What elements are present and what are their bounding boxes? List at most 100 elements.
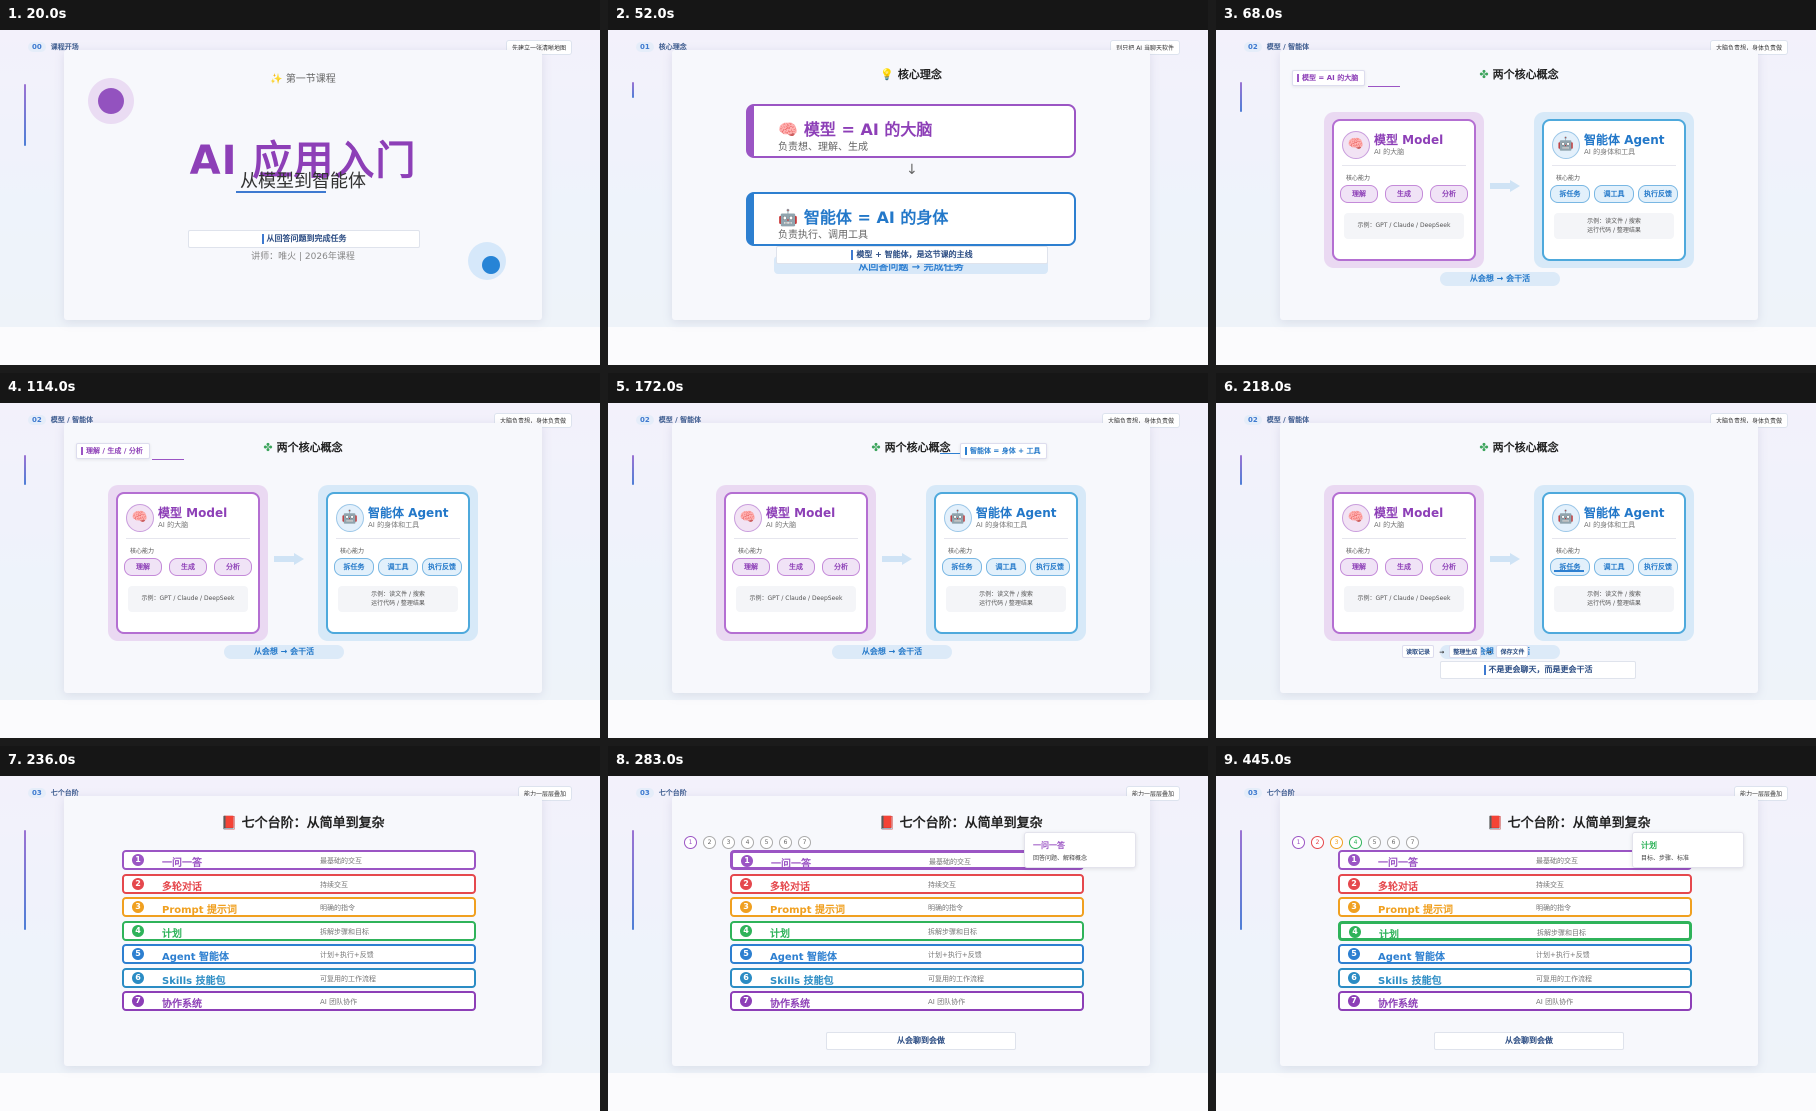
card-title: 智能体 Agent xyxy=(1584,133,1665,147)
flow-step: 保存文件 xyxy=(1496,645,1529,658)
stair-desc: 计划+执行+反馈 xyxy=(1536,951,1590,959)
stair-label: 协作系统 xyxy=(1378,999,1418,1010)
stair-item: 5 Agent 智能体 计划+执行+反馈 xyxy=(122,944,476,964)
card-caption: 核心能力 xyxy=(340,548,365,555)
card-subtitle: AI 的身体和工具 xyxy=(368,521,420,529)
stair-number: 3 xyxy=(740,901,752,913)
chip: 生成 xyxy=(169,558,207,576)
card-subtitle: AI 的身体和工具 xyxy=(976,521,1028,529)
arrow-icon: → xyxy=(1439,649,1445,656)
stair-number: 1 xyxy=(1348,854,1360,866)
stair-label: 多轮对话 xyxy=(770,881,810,893)
stair-label: 协作系统 xyxy=(770,999,810,1010)
stair-number: 1 xyxy=(132,854,144,866)
step-dot[interactable]: 7 xyxy=(1406,836,1419,849)
stair-label: Prompt 提示词 xyxy=(770,905,845,916)
stair-number: 2 xyxy=(740,877,752,890)
card-title: 模型 Model xyxy=(1374,133,1444,147)
card-caption: 核心能力 xyxy=(1556,175,1581,182)
stair-number: 5 xyxy=(132,948,144,960)
model-box: 🧠 模型 = AI 的大脑 负责想、理解、生成 xyxy=(746,104,1076,158)
stair-label: 一问一答 xyxy=(162,858,202,869)
frame-7: 7. 236.0s 03 七个台阶 能力一层层叠加 📕 七个台阶：从简单到复杂 1 … xyxy=(0,746,600,1111)
stair-desc: AI 团队协作 xyxy=(1536,998,1574,1006)
stair-number: 3 xyxy=(1348,901,1360,913)
frame-caption: 2. 52.0s xyxy=(608,0,1208,30)
lecturer-line: 讲师：唯火 | 2026年课程 xyxy=(251,252,355,262)
agent-card: 🤖 智能体 Agent AI 的身体和工具 核心能力 拆任务 调工具 执行反馈 … xyxy=(1534,485,1694,641)
side-line xyxy=(632,830,634,930)
chip: 理解 xyxy=(1340,558,1378,576)
side-line xyxy=(24,455,26,485)
stair-item: 3 Prompt 提示词 明确的指令 xyxy=(730,897,1084,917)
card-caption: 核心能力 xyxy=(1346,548,1371,555)
stair-item: 6 Skills 技能包 可复用的工作流程 xyxy=(730,967,1084,988)
step-dot[interactable]: 6 xyxy=(779,836,792,849)
example-box: 示例：读文件 / 搜索 运行代码 / 整理结果 xyxy=(1554,586,1674,612)
robot-icon: 🤖 xyxy=(336,504,364,532)
right-arrow-icon xyxy=(274,553,304,565)
stair-number: 6 xyxy=(1348,971,1360,984)
card-subtitle: AI 的大脑 xyxy=(1374,521,1405,529)
frame-caption: 1. 20.0s xyxy=(0,0,600,30)
chip: 拆任务 xyxy=(334,558,374,576)
stair-label: 多轮对话 xyxy=(1378,881,1418,893)
chip: 分析 xyxy=(1430,558,1468,576)
step-dot[interactable]: 1 xyxy=(684,836,697,849)
step-dot[interactable]: 5 xyxy=(760,836,773,849)
slide-heading: 💡 核心理念 xyxy=(880,68,942,81)
step-dot[interactable]: 4 xyxy=(741,836,754,849)
stair-desc: 持续交互 xyxy=(928,880,956,889)
step-dot[interactable]: 1 xyxy=(1292,836,1305,849)
stair-label: Skills 技能包 xyxy=(162,975,226,987)
stair-item: 5 Agent 智能体 计划+执行+反馈 xyxy=(730,944,1084,964)
side-line xyxy=(1240,830,1242,930)
stair-label: 计划 xyxy=(162,928,182,940)
sparkle-icon: ✨ xyxy=(270,74,286,85)
step-dots: 1234567 xyxy=(684,836,817,849)
stair-label: 计划 xyxy=(770,928,790,940)
chip: 执行反馈 xyxy=(1638,185,1678,203)
step-dot[interactable]: 6 xyxy=(1387,836,1400,849)
agent-card: 🤖 智能体 Agent AI 的身体和工具 核心能力 拆任务 调工具 执行反馈 … xyxy=(926,485,1086,641)
stair-label: Prompt 提示词 xyxy=(162,905,237,916)
stair-number: 4 xyxy=(740,924,752,937)
step-dot[interactable]: 3 xyxy=(722,836,735,849)
step-dot[interactable]: 2 xyxy=(1311,836,1324,849)
stair-number: 7 xyxy=(1348,995,1360,1007)
highlight-label: 模型 = AI 的大脑 xyxy=(1292,70,1366,86)
frame-caption: 5. 172.0s xyxy=(608,373,1208,403)
stair-desc: 可复用的工作流程 xyxy=(928,974,984,983)
stair-desc: 拆解步骤和目标 xyxy=(1537,928,1586,937)
flow-step: 读取记录 xyxy=(1402,645,1435,658)
frame-8: 8. 283.0s 03 七个台阶 能力一层层叠加 1234567 📕 七个台阶：从… xyxy=(608,746,1208,1111)
stair-desc: AI 团队协作 xyxy=(928,998,966,1006)
arrow-icon: → xyxy=(1486,649,1492,656)
stair-item: 6 Skills 技能包 可复用的工作流程 xyxy=(122,967,476,988)
agent-box: 🤖 智能体 = AI 的身体 负责执行、调用工具 xyxy=(746,192,1076,246)
brain-icon: 🧠 xyxy=(734,504,762,532)
chip: 分析 xyxy=(822,558,860,576)
slide: ✤ 两个核心概念 🧠 模型 Model AI 的大脑 核心能力 理解 生成 分析 … xyxy=(1280,50,1758,320)
slide-heading: 📕 七个台阶：从简单到复杂 xyxy=(1487,816,1651,831)
step-dot[interactable]: 2 xyxy=(703,836,716,849)
card-subtitle: AI 的身体和工具 xyxy=(1584,148,1636,156)
step-dot[interactable]: 7 xyxy=(798,836,811,849)
stair-desc: 明确的指令 xyxy=(320,904,355,912)
step-dot[interactable]: 3 xyxy=(1330,836,1343,849)
stair-desc: 计划+执行+反馈 xyxy=(320,951,374,959)
example-box: 示例：GPT / Claude / DeepSeek xyxy=(1344,586,1464,612)
stair-desc: 明确的指令 xyxy=(928,904,963,912)
stair-item: 7 协作系统 AI 团队协作 xyxy=(730,991,1084,1011)
card-subtitle: AI 的大脑 xyxy=(158,521,189,529)
frame-caption: 9. 445.0s xyxy=(1216,746,1816,776)
chip: 调工具 xyxy=(1594,185,1634,203)
step-dot[interactable]: 4 xyxy=(1349,836,1362,849)
chip: 理解 xyxy=(732,558,770,576)
slide: ✤ 两个核心概念 🧠 模型 Model AI 的大脑 核心能力 理解 生成 分析 … xyxy=(672,423,1150,693)
step-dot[interactable]: 5 xyxy=(1368,836,1381,849)
card-subtitle: AI 的大脑 xyxy=(1374,148,1405,156)
brain-icon: 🧠 xyxy=(1342,504,1370,532)
robot-icon: 🤖 xyxy=(778,208,798,227)
agent-card: 🤖 智能体 Agent AI 的身体和工具 核心能力 拆任务 调工具 执行反馈 … xyxy=(1534,112,1694,268)
